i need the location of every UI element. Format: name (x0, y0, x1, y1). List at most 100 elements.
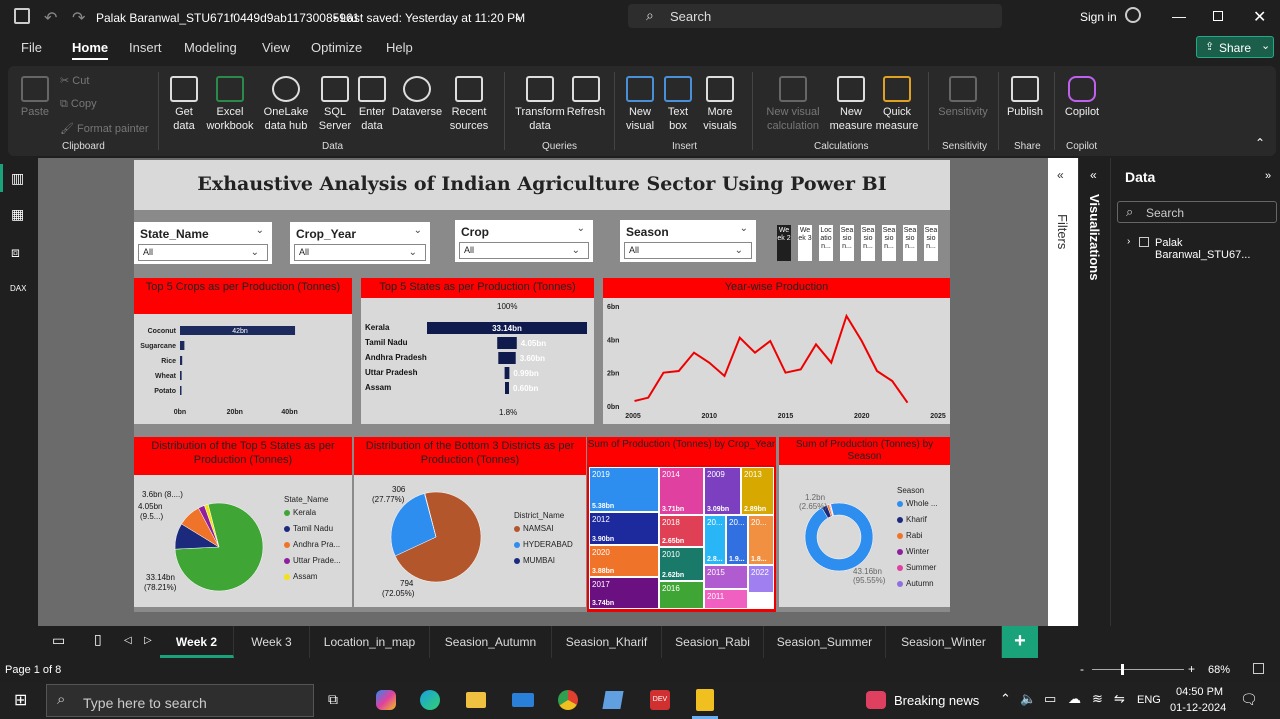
legend-item[interactable]: Kerala (284, 508, 316, 517)
network-icon[interactable]: ⇋ (1114, 691, 1125, 707)
maximize-button[interactable] (1213, 11, 1223, 21)
yearwise-line-chart[interactable]: Year-wise Production 6bn 4bn 2bn 0bn 2005 201… (603, 278, 950, 424)
tab-seasion-autumn[interactable]: Seasion_Autumn (430, 626, 552, 658)
legend-item[interactable]: Whole ... (897, 499, 938, 508)
nav-button-season[interactable]: Sea sio n... (840, 225, 854, 261)
news-icon[interactable] (866, 691, 886, 709)
treemap-cell[interactable]: 2009 3.09bn (704, 467, 741, 515)
states-pie-chart[interactable]: Distribution of the Top 5 States as per … (134, 437, 352, 607)
legend-item[interactable]: Winter (897, 547, 929, 556)
dataverse-button[interactable]: Dataverse (390, 76, 444, 119)
legend-item[interactable]: Assam (284, 572, 317, 581)
add-page-button[interactable]: + (1002, 626, 1038, 658)
tab-seasion-kharif[interactable]: Seasion_Kharif (552, 626, 662, 658)
nav-button-season[interactable]: Sea sio n... (903, 225, 917, 261)
states-funnel-chart[interactable]: Top 5 States as per Production (Tonnes) … (361, 278, 594, 424)
filters-pane[interactable]: « Filters (1048, 158, 1078, 626)
menu-view[interactable]: View (262, 40, 290, 55)
sensitivity-button[interactable]: Sensitivity (936, 76, 990, 119)
news-label[interactable]: Breaking news (894, 693, 979, 708)
slicer-state-name[interactable]: State_Name ⌄ All ⌄ (134, 222, 272, 264)
nav-button-location[interactable]: Loc atio n... (819, 225, 833, 261)
treemap-cell[interactable]: 2013 2.89bn (741, 467, 774, 515)
nav-button-season[interactable]: Sea sio n... (861, 225, 875, 261)
taskbar-search-input[interactable]: ⌕ Type here to search (46, 684, 314, 717)
slicer-crop[interactable]: Crop ⌄ All ⌄ (455, 220, 593, 262)
mobile-layout-icon[interactable]: ▯ (94, 631, 102, 648)
collapse-ribbon-icon[interactable]: ⌃ (1255, 136, 1265, 150)
format-painter-button[interactable]: 🖌 Format painter (60, 122, 149, 135)
tab-week-3[interactable]: Week 3 (234, 626, 310, 658)
zoom-slider-thumb[interactable] (1120, 664, 1124, 675)
devcpp-icon[interactable]: DEV (650, 690, 670, 710)
slicer-season[interactable]: Season ⌄ All ⌄ (620, 220, 756, 262)
nav-button-season[interactable]: Sea sio n... (924, 225, 938, 261)
close-button[interactable]: ✕ (1253, 7, 1266, 27)
paste-button[interactable]: Paste (18, 76, 52, 119)
collapse-data-pane-icon[interactable]: » (1265, 170, 1271, 182)
treemap-cell[interactable]: 2015 (704, 565, 748, 589)
menu-help[interactable]: Help (386, 40, 413, 55)
windows-start-icon[interactable]: ⊞ (14, 690, 27, 710)
recent-sources-button[interactable]: Recent sources (444, 76, 494, 133)
power-bi-icon[interactable] (696, 689, 714, 711)
chevron-right-icon[interactable]: › (1127, 236, 1130, 247)
refresh-button[interactable]: Refresh (566, 76, 606, 119)
cut-button[interactable]: ✂ Cut (60, 74, 89, 87)
copilot-button[interactable]: Copilot (1062, 76, 1102, 119)
legend-item[interactable]: NAMSAI (514, 524, 554, 533)
legend-item[interactable]: MUMBAI (514, 556, 555, 565)
legend-item[interactable]: Rabi (897, 531, 922, 540)
share-button[interactable]: ⇪ Share ⌄ (1196, 36, 1274, 58)
tab-seasion-rabi[interactable]: Seasion_Rabi (662, 626, 764, 658)
next-page-icon[interactable]: ▷ (144, 635, 152, 646)
wifi-icon[interactable]: ≋ (1092, 691, 1103, 707)
visualizations-pane[interactable]: « Visualizations (1078, 158, 1110, 626)
slicer-dropdown[interactable]: All ⌄ (624, 242, 752, 259)
more-visuals-button[interactable]: More visuals (698, 76, 742, 133)
season-donut-chart[interactable]: Sum of Production (Tonnes) by Season 1.2… (779, 437, 950, 607)
treemap-cell[interactable]: 2020 3.88bn (589, 545, 659, 577)
treemap-cell[interactable]: 2010 2.62bn (659, 547, 704, 581)
notepad-icon[interactable] (602, 691, 624, 709)
treemap-cell[interactable]: 20... 2.8... (704, 515, 726, 565)
treemap-cell[interactable]: 2012 3.90bn (589, 512, 659, 545)
text-box-button[interactable]: Text box (662, 76, 694, 133)
prev-page-icon[interactable]: ◁ (124, 635, 132, 646)
enter-data-button[interactable]: Enter data (356, 76, 388, 133)
legend-item[interactable]: Tamil Nadu (284, 524, 333, 533)
crop-year-treemap[interactable]: Sum of Production (Tonnes) by Crop_Year … (587, 437, 776, 612)
minimize-button[interactable]: — (1172, 8, 1186, 24)
nav-button-week-3[interactable]: We ek 3 (798, 225, 812, 261)
language-indicator[interactable]: ENG (1137, 694, 1161, 706)
copy-button[interactable]: ⧉ Copy (60, 98, 97, 111)
clock-date[interactable]: 01-12-2024 (1170, 702, 1226, 714)
slicer-dropdown[interactable]: All ⌄ (138, 244, 268, 261)
treemap-cell[interactable]: 2022 (748, 565, 774, 593)
onelake-button[interactable]: OneLake data hub (258, 76, 314, 133)
clock-time[interactable]: 04:50 PM (1176, 686, 1223, 698)
save-icon[interactable] (14, 8, 30, 24)
chrome-icon[interactable] (558, 690, 578, 710)
districts-pie-chart[interactable]: Distribution of the Bottom 3 Districts a… (354, 437, 586, 607)
model-view-icon[interactable]: ⧈ (11, 244, 20, 261)
treemap-cell[interactable]: 2017 3.74bn (589, 577, 659, 609)
zoom-slider[interactable] (1092, 669, 1184, 670)
nav-button-week-2[interactable]: We ek 2 (777, 225, 791, 261)
edge-icon[interactable] (420, 690, 440, 710)
treemap-cell[interactable]: 20... 1.9... (726, 515, 748, 565)
redo-icon[interactable]: ↷ (72, 8, 85, 28)
legend-item[interactable]: Andhra Pra... (284, 540, 340, 549)
publish-button[interactable]: Publish (1004, 76, 1046, 119)
slicer-dropdown[interactable]: All ⌄ (294, 244, 426, 261)
menu-home[interactable]: Home (72, 40, 108, 55)
treemap-cell[interactable]: 2018 2.65bn (659, 515, 704, 547)
new-visual-button[interactable]: New visual (622, 76, 658, 133)
quick-measure-button[interactable]: Quick measure (874, 76, 920, 133)
transform-data-button[interactable]: Transform data (512, 76, 568, 133)
data-search-input[interactable]: ⌕ Search (1117, 201, 1277, 223)
battery-icon[interactable]: ▭ (1044, 691, 1056, 707)
copilot-app-icon[interactable] (376, 690, 396, 710)
crops-bar-chart[interactable]: Top 5 Crops as per Production (Tonnes) C… (134, 278, 352, 424)
cloud-icon[interactable]: ☁ (1068, 691, 1081, 707)
